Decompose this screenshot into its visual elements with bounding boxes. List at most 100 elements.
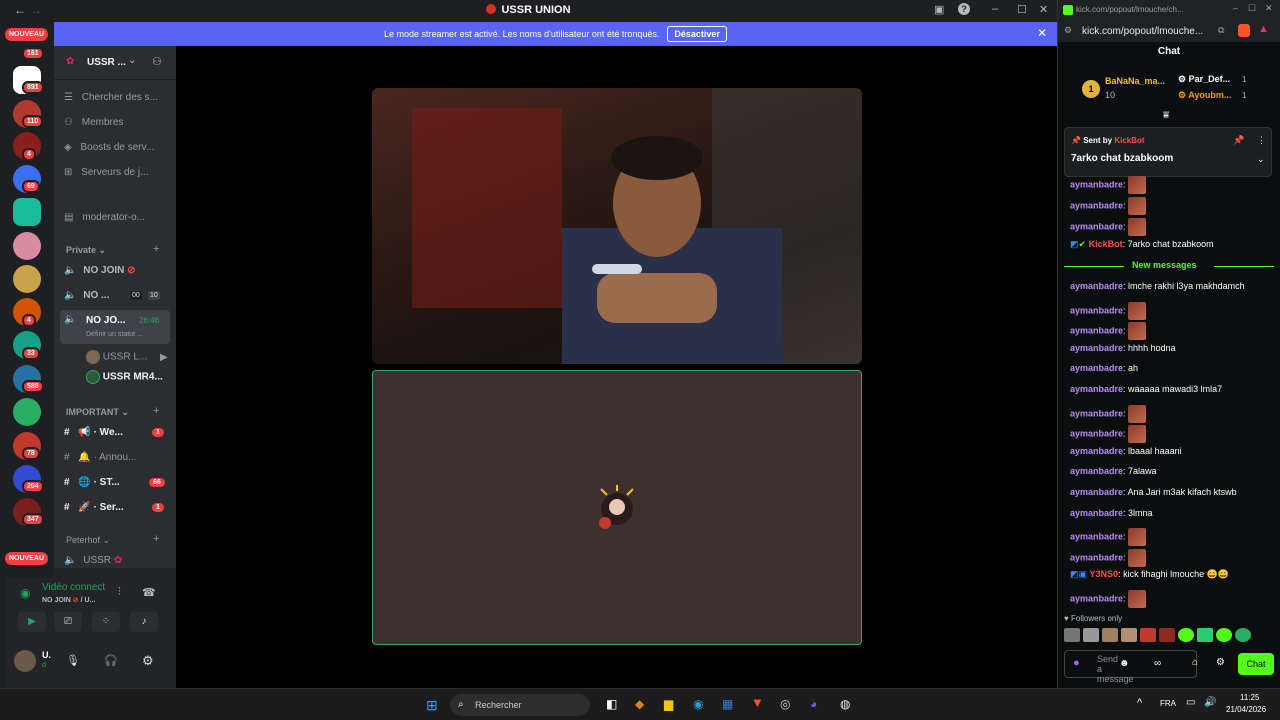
channel-st[interactable]: # 🌐 · ST...: [64, 477, 120, 488]
disconnect-icon[interactable]: ☎: [142, 586, 156, 599]
category-peterhof[interactable]: Peterhof ⌄: [66, 535, 110, 546]
emote[interactable]: [1235, 628, 1251, 642]
chat-username[interactable]: aymanbadre: [1070, 593, 1123, 603]
steam-icon[interactable]: ◎: [780, 697, 790, 711]
emote[interactable]: [1178, 628, 1194, 642]
taskbar-search[interactable]: ⌕ Rechercher: [450, 694, 590, 716]
add-channel-icon[interactable]: +: [153, 243, 159, 255]
camera-feed[interactable]: [372, 88, 862, 364]
chat-username[interactable]: aymanbadre: [1070, 487, 1123, 497]
close-banner-icon[interactable]: ✕: [1037, 26, 1047, 40]
chat-username[interactable]: aymanbadre: [1070, 408, 1123, 418]
channel-status[interactable]: Définir un statut ...: [86, 331, 143, 338]
maximize-icon[interactable]: ☐: [1017, 3, 1027, 16]
camera-button[interactable]: ▶: [18, 612, 46, 632]
category-important[interactable]: IMPORTANT ⌄: [66, 407, 129, 418]
server-icon[interactable]: [13, 398, 41, 426]
chat-username[interactable]: aymanbadre: [1070, 363, 1123, 373]
channel-servers[interactable]: # 🚀 · Ser...: [64, 502, 124, 513]
chat-username[interactable]: aymanbadre: [1070, 429, 1123, 439]
emote[interactable]: [1140, 628, 1156, 642]
translate-icon[interactable]: ⧉: [1218, 25, 1224, 36]
add-member-icon[interactable]: ⚇: [152, 55, 162, 68]
voice-channel-1[interactable]: 🔈 NO JOIN ⊘: [64, 265, 136, 276]
active-voice-channel[interactable]: 🔈 NO JO... 26:46 Définir un statut ...: [60, 310, 170, 344]
clock-date[interactable]: 21/04/2026: [1226, 705, 1266, 714]
server-header[interactable]: ✿ USSR ... ⌄ ⚇: [54, 46, 176, 80]
user-avatar[interactable]: [14, 650, 36, 672]
new-badge[interactable]: NOUVEAU: [5, 552, 49, 565]
noise-icon[interactable]: ⫶: [118, 586, 121, 599]
brave-shield-icon[interactable]: [1238, 24, 1250, 37]
chat-username[interactable]: aymanbadre: [1070, 326, 1123, 336]
screen-share-button[interactable]: ⎚: [54, 612, 82, 632]
chat-send-button[interactable]: Chat: [1238, 653, 1274, 675]
brave-icon[interactable]: ▼: [751, 695, 764, 710]
chevron-up-icon[interactable]: ^: [1137, 697, 1142, 709]
store-icon[interactable]: ⌂: [1192, 657, 1198, 668]
edge-icon[interactable]: ◉: [693, 697, 703, 711]
second-gifter[interactable]: ⚙ Par_Def...: [1178, 74, 1230, 85]
minimize-icon[interactable]: –: [992, 3, 998, 15]
settings-icon[interactable]: ⚙: [1216, 657, 1225, 668]
headphones-icon[interactable]: 🎧: [104, 654, 118, 667]
voice-channel-ussr[interactable]: 🔈 USSR ✿: [64, 555, 122, 566]
discord-icon[interactable]: ◕: [810, 697, 817, 711]
chat-username[interactable]: aymanbadre: [1070, 508, 1123, 518]
pinned-message[interactable]: 📌 Sent by KickBot 📌 ⋮ 7arko chat bzabkoo…: [1064, 127, 1272, 177]
chat-username[interactable]: aymanbadre: [1070, 466, 1123, 476]
screen-icon[interactable]: ▣: [934, 3, 944, 16]
menu-members[interactable]: ⚇ Membres: [64, 117, 123, 128]
language-indicator[interactable]: FRA: [1160, 699, 1176, 708]
filter-icon[interactable]: ⩸: [1163, 110, 1169, 121]
close-icon[interactable]: ✕: [1265, 3, 1273, 14]
top-gifter-name[interactable]: BaNaNa_ma...: [1105, 76, 1165, 86]
chat-username[interactable]: aymanbadre: [1070, 200, 1123, 210]
voice-user-2[interactable]: USSR MR4...: [86, 370, 163, 384]
chat-username[interactable]: aymanbadre: [1070, 532, 1123, 542]
soundboard-button[interactable]: ♪: [130, 612, 158, 632]
site-settings-icon[interactable]: ⚙: [1064, 25, 1072, 36]
channel-moderator[interactable]: ▤ moderator-o...: [64, 212, 145, 223]
participant-tile[interactable]: [372, 370, 862, 645]
voice-channel-2[interactable]: 🔈 NO ...: [64, 290, 109, 301]
network-icon[interactable]: ▭: [1186, 697, 1195, 708]
chat-username[interactable]: aymanbadre: [1070, 384, 1123, 394]
emoji-icon[interactable]: ☻: [1119, 658, 1130, 669]
new-badge[interactable]: NOUVEAU: [5, 28, 49, 41]
maximize-icon[interactable]: ☐: [1248, 3, 1256, 14]
menu-search[interactable]: ☰ Chercher des s...: [64, 92, 158, 103]
channel-announcements[interactable]: # 🔔 · Annou...: [64, 452, 136, 463]
message-input[interactable]: ● Send a message ☻: [1064, 650, 1197, 684]
chevron-down-icon[interactable]: ⌄: [1257, 154, 1265, 165]
chat-username[interactable]: aymanbadre: [1070, 221, 1123, 231]
microphone-icon[interactable]: 🎙: [66, 654, 80, 667]
activities-button[interactable]: ⁘: [92, 612, 120, 632]
help-icon[interactable]: ?: [958, 3, 970, 15]
emote[interactable]: [1159, 628, 1175, 642]
server-icon[interactable]: [13, 198, 41, 226]
category-private[interactable]: Private ⌄: [66, 245, 106, 256]
windows-start-icon[interactable]: ⊞: [426, 697, 438, 714]
channel-welcome[interactable]: # 📢 · We...: [64, 427, 123, 438]
minimize-icon[interactable]: –: [1233, 3, 1238, 13]
app-icon[interactable]: ◆: [635, 697, 644, 711]
chat-username[interactable]: aymanbadre: [1070, 446, 1123, 456]
emote[interactable]: [1121, 628, 1137, 642]
obs-icon[interactable]: ◍: [840, 697, 850, 711]
folder-icon[interactable]: ▆: [664, 697, 673, 711]
address-bar[interactable]: ⚙ kick.com/popout/lmouche... ⧉ ▲: [1058, 20, 1280, 42]
disable-button[interactable]: Désactiver: [667, 26, 727, 42]
add-channel-icon[interactable]: +: [153, 533, 159, 545]
add-channel-icon[interactable]: +: [153, 405, 159, 417]
settings-icon[interactable]: ⚙: [142, 653, 154, 669]
brave-rewards-icon[interactable]: ▲: [1258, 23, 1269, 35]
emote[interactable]: [1216, 628, 1232, 642]
third-gifter[interactable]: ⚙ Ayoubm...: [1178, 90, 1231, 101]
link-icon[interactable]: ∞: [1154, 658, 1161, 669]
task-view-icon[interactable]: ◧: [606, 697, 617, 711]
chat-username[interactable]: Y3NS0: [1090, 569, 1119, 579]
server-icon[interactable]: [13, 265, 41, 293]
voice-status[interactable]: Vidéo connect: [42, 582, 105, 593]
clock-time[interactable]: 11:25: [1240, 693, 1259, 702]
